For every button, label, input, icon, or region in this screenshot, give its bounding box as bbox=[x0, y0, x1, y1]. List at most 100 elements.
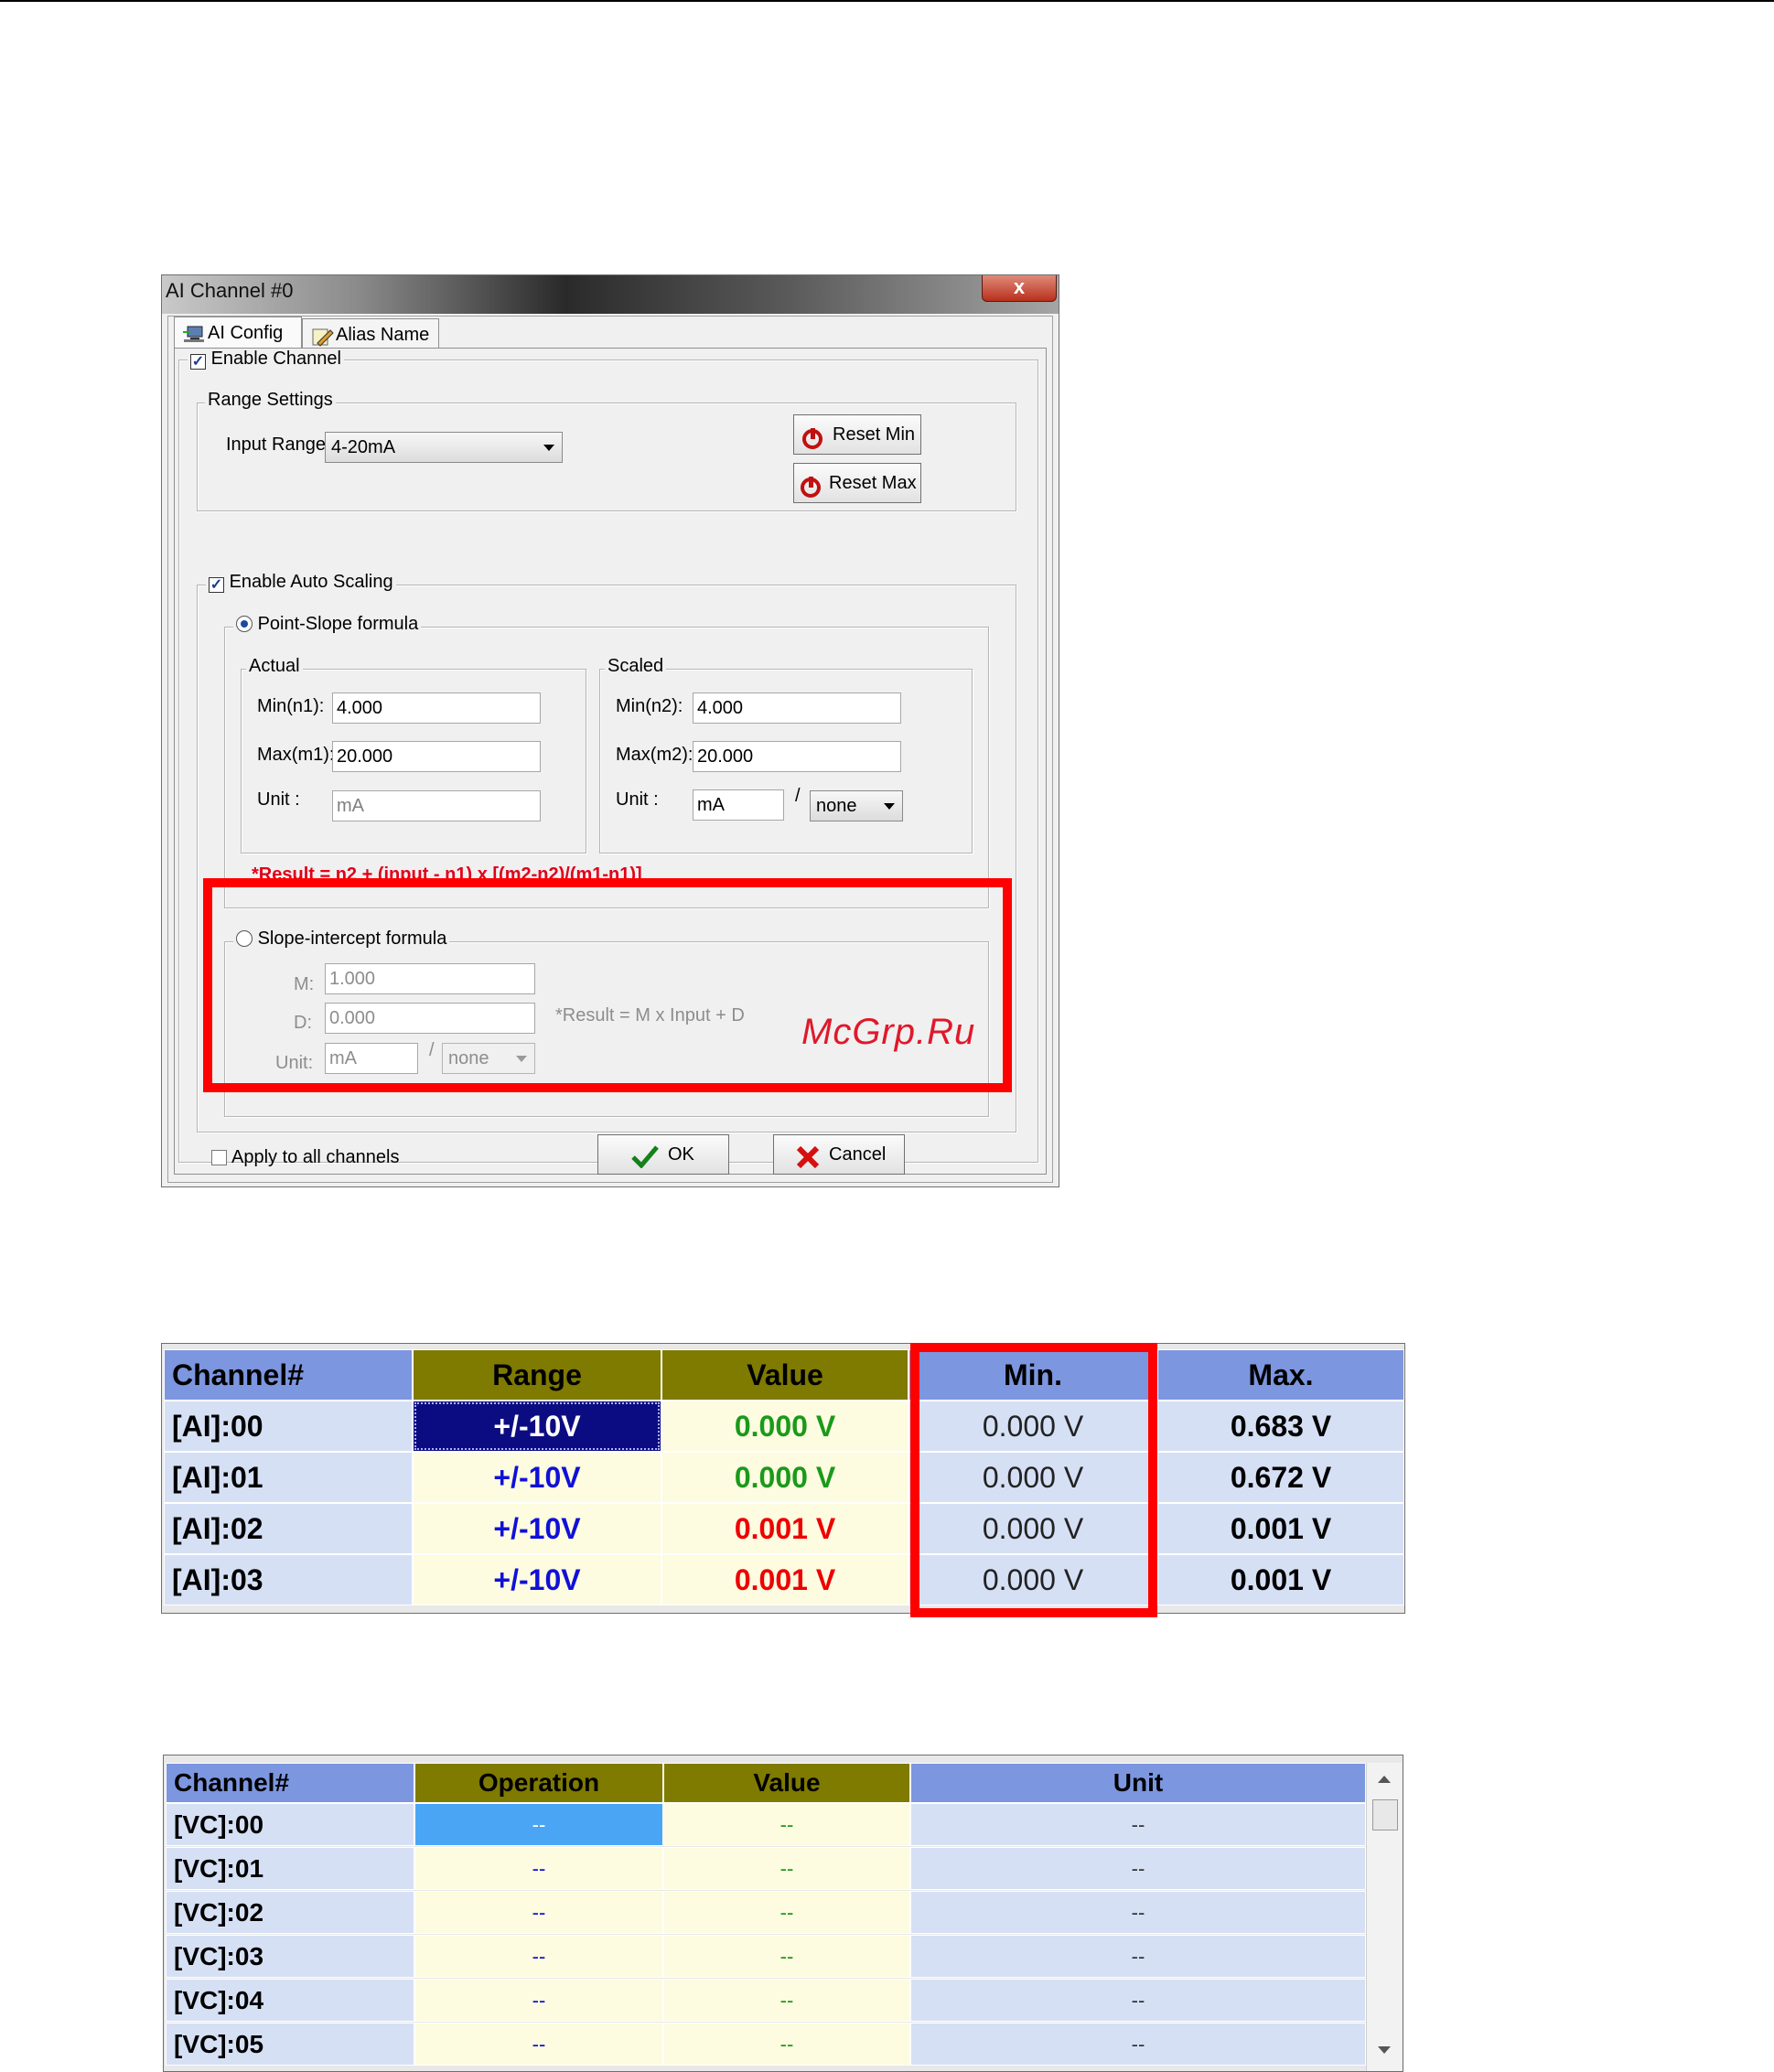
scroll-thumb[interactable] bbox=[1372, 1799, 1398, 1830]
min-n2-input[interactable]: 4.000 bbox=[693, 692, 901, 724]
cell-unit[interactable]: -- bbox=[910, 1979, 1366, 2022]
cell-value[interactable]: 0.000 V bbox=[661, 1452, 909, 1503]
range-settings-legend: Range Settings bbox=[205, 390, 336, 411]
max-m2-input[interactable]: 20.000 bbox=[693, 741, 901, 772]
point-slope-radio[interactable] bbox=[236, 616, 253, 632]
check-icon bbox=[631, 1143, 659, 1182]
column-header[interactable]: Range bbox=[413, 1349, 661, 1401]
edit-note-icon bbox=[310, 326, 334, 347]
cell-operation[interactable]: -- bbox=[414, 1935, 663, 1978]
cell-value[interactable]: 0.000 V bbox=[661, 1401, 909, 1452]
enable-channel-row[interactable]: ✓ Enable Channel bbox=[188, 349, 344, 370]
scaled-per-unit-select[interactable]: none bbox=[810, 790, 903, 821]
column-header[interactable]: Max. bbox=[1157, 1349, 1404, 1401]
chevron-down-icon bbox=[884, 803, 895, 810]
actual-unit-input[interactable]: mA bbox=[332, 790, 541, 821]
tab-ai-config-label: AI Config bbox=[208, 323, 284, 343]
page-top-rule bbox=[0, 0, 1774, 2]
cell-operation[interactable]: -- bbox=[414, 1891, 663, 1934]
apply-all-label: Apply to all channels bbox=[231, 1147, 400, 1167]
enable-auto-scaling-checkbox[interactable]: ✓ bbox=[209, 577, 224, 593]
vertical-scrollbar[interactable] bbox=[1366, 1763, 1402, 2071]
point-slope-row[interactable]: Point-Slope formula bbox=[233, 614, 422, 635]
cell-unit[interactable]: -- bbox=[910, 1803, 1366, 1846]
scaled-per-unit-value: none bbox=[816, 796, 857, 816]
cell-range[interactable]: +/-10V bbox=[413, 1401, 661, 1452]
column-header[interactable]: Value bbox=[661, 1349, 909, 1401]
scaled-legend: Scaled bbox=[605, 656, 667, 677]
cancel-button[interactable]: Cancel bbox=[773, 1134, 905, 1175]
cell-max[interactable]: 0.001 V bbox=[1157, 1503, 1404, 1554]
input-range-select[interactable]: 4-20mA bbox=[325, 432, 563, 463]
min-column-highlight bbox=[910, 1343, 1157, 1617]
cell-operation[interactable]: -- bbox=[414, 1847, 663, 1890]
column-header[interactable]: Unit bbox=[910, 1763, 1366, 1803]
scaled-unit-label: Unit : bbox=[616, 789, 659, 810]
row-channel-label[interactable]: [VC]:00 bbox=[166, 1803, 414, 1846]
title-bar[interactable]: AI Channel #0 x bbox=[162, 275, 1059, 314]
column-header[interactable]: Operation bbox=[414, 1763, 663, 1803]
row-channel-label[interactable]: [AI]:03 bbox=[164, 1554, 413, 1605]
cell-value[interactable]: -- bbox=[663, 1891, 910, 1934]
ai-channel-grid: Channel# Range Value Min. Max. [AI]:00 +/-10V 0… bbox=[161, 1343, 1405, 1614]
row-channel-label[interactable]: [VC]:02 bbox=[166, 1891, 414, 1934]
point-slope-label: Point-Slope formula bbox=[257, 614, 419, 634]
unit-slash: / bbox=[795, 786, 801, 806]
watermark: McGrp.Ru bbox=[801, 1012, 976, 1052]
cell-unit[interactable]: -- bbox=[910, 2023, 1366, 2066]
auto-scaling-label: Enable Auto Scaling bbox=[229, 572, 393, 592]
cell-value[interactable]: -- bbox=[663, 1803, 910, 1846]
tab-alias-name-label: Alias Name bbox=[336, 325, 430, 345]
ok-button[interactable]: OK bbox=[597, 1134, 729, 1175]
row-channel-label[interactable]: [VC]:05 bbox=[166, 2023, 414, 2066]
cell-unit[interactable]: -- bbox=[910, 1847, 1366, 1890]
tab-ai-config[interactable]: AI Config bbox=[174, 317, 302, 351]
row-channel-label[interactable]: [AI]:01 bbox=[164, 1452, 413, 1503]
ok-label: OK bbox=[668, 1144, 694, 1165]
cell-range[interactable]: +/-10V bbox=[413, 1554, 661, 1605]
apply-all-checkbox[interactable] bbox=[211, 1150, 227, 1165]
cell-value[interactable]: -- bbox=[663, 1847, 910, 1890]
reset-min-button[interactable]: Reset Min bbox=[793, 414, 921, 455]
auto-scaling-row[interactable]: ✓ Enable Auto Scaling bbox=[206, 572, 396, 593]
cell-unit[interactable]: -- bbox=[910, 1891, 1366, 1934]
actual-unit-label: Unit : bbox=[257, 789, 300, 810]
cell-value[interactable]: -- bbox=[663, 1935, 910, 1978]
column-header[interactable]: Channel# bbox=[164, 1349, 413, 1401]
cell-unit[interactable]: -- bbox=[910, 1935, 1366, 1978]
cell-range[interactable]: +/-10V bbox=[413, 1503, 661, 1554]
tab-alias-name[interactable]: Alias Name bbox=[302, 318, 439, 351]
enable-channel-checkbox[interactable]: ✓ bbox=[190, 354, 206, 370]
enable-channel-label: Enable Channel bbox=[210, 349, 341, 369]
vc-channel-grid: Channel# Operation Value Unit [VC]:00 -- -- --[… bbox=[163, 1755, 1403, 2072]
reset-max-button[interactable]: Reset Max bbox=[793, 463, 921, 503]
row-channel-label[interactable]: [VC]:01 bbox=[166, 1847, 414, 1890]
cell-max[interactable]: 0.001 V bbox=[1157, 1554, 1404, 1605]
row-channel-label[interactable]: [AI]:00 bbox=[164, 1401, 413, 1452]
column-header[interactable]: Value bbox=[663, 1763, 910, 1803]
row-channel-label[interactable]: [VC]:04 bbox=[166, 1979, 414, 2022]
min-n1-input[interactable]: 4.000 bbox=[332, 692, 541, 724]
column-header[interactable]: Channel# bbox=[166, 1763, 414, 1803]
scaled-unit-input[interactable]: mA bbox=[693, 789, 784, 821]
cell-value[interactable]: 0.001 V bbox=[661, 1554, 909, 1605]
cell-max[interactable]: 0.672 V bbox=[1157, 1452, 1404, 1503]
max-m2-label: Max(m2): bbox=[616, 745, 693, 765]
cell-operation[interactable]: -- bbox=[414, 1979, 663, 2022]
scroll-up-icon[interactable] bbox=[1378, 1776, 1391, 1783]
cell-value[interactable]: -- bbox=[663, 1979, 910, 2022]
cell-value[interactable]: 0.001 V bbox=[661, 1503, 909, 1554]
chevron-down-icon bbox=[543, 445, 554, 451]
cell-max[interactable]: 0.683 V bbox=[1157, 1401, 1404, 1452]
cell-range[interactable]: +/-10V bbox=[413, 1452, 661, 1503]
max-m1-input[interactable]: 20.000 bbox=[332, 741, 541, 772]
scroll-down-icon[interactable] bbox=[1378, 2046, 1391, 2054]
close-button[interactable]: x bbox=[982, 275, 1057, 302]
cell-operation[interactable]: -- bbox=[414, 1803, 663, 1846]
row-channel-label[interactable]: [VC]:03 bbox=[166, 1935, 414, 1978]
reset-icon bbox=[800, 474, 823, 512]
cell-value[interactable]: -- bbox=[663, 2023, 910, 2066]
reset-max-label: Reset Max bbox=[829, 473, 917, 493]
row-channel-label[interactable]: [AI]:02 bbox=[164, 1503, 413, 1554]
cell-operation[interactable]: -- bbox=[414, 2023, 663, 2066]
